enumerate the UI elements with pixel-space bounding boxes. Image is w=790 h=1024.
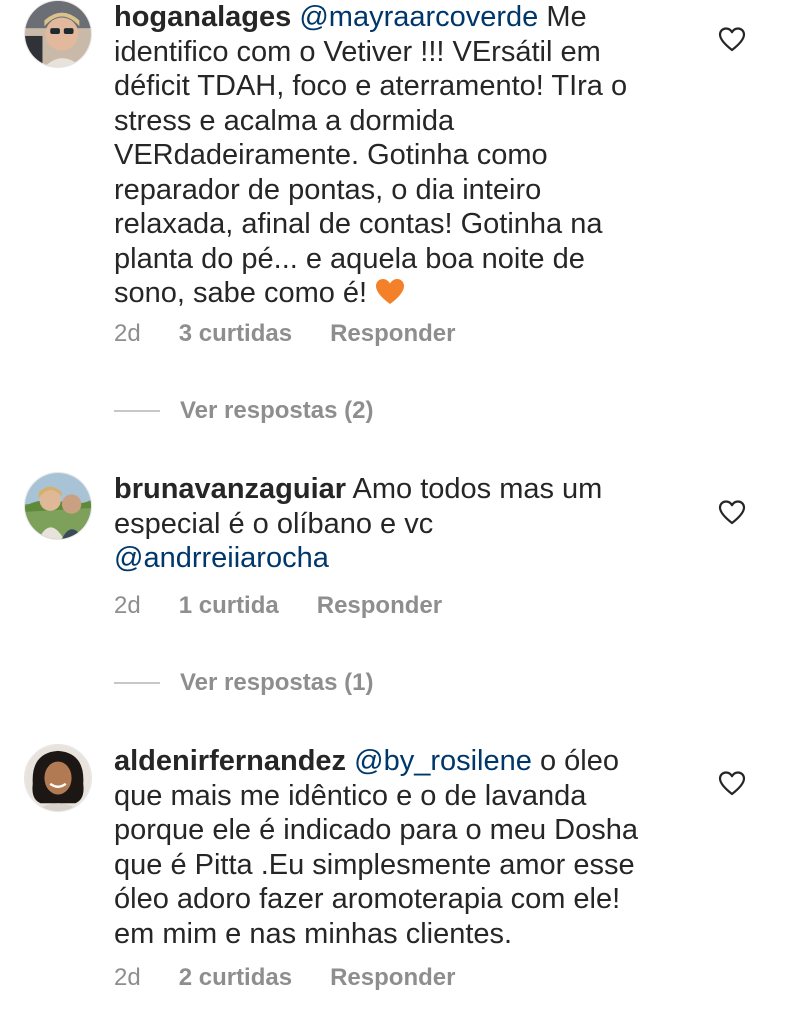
comment-line: óleo adoro fazer aromoterapia com ele! xyxy=(114,883,621,915)
comment-line: relaxada, afinal de contas! Gotinha na xyxy=(114,208,603,240)
avatar[interactable] xyxy=(24,744,92,812)
comment-line: Amo todos mas um xyxy=(346,473,603,505)
comment-line: o óleo xyxy=(531,745,619,777)
avatar[interactable] xyxy=(24,0,92,68)
avatar-photo xyxy=(25,745,91,811)
like-heart-icon[interactable] xyxy=(718,499,746,525)
comment-time: 2d xyxy=(114,592,141,619)
comment-meta: 2d 3 curtidas Responder xyxy=(114,320,455,348)
comment-likes[interactable]: 1 curtida xyxy=(179,592,279,620)
reply-button[interactable]: Responder xyxy=(330,320,455,348)
comment-username[interactable]: hoganalages xyxy=(114,1,291,33)
avatar[interactable] xyxy=(24,472,92,540)
comment-username[interactable]: aldenirfernandez xyxy=(114,745,346,777)
replies-divider-line xyxy=(114,682,160,684)
comment-line: Me xyxy=(538,1,587,33)
comment-line: especial é o olíbano e vc xyxy=(114,507,434,540)
comment-meta: 2d 2 curtidas Responder xyxy=(114,964,455,992)
comment-likes[interactable]: 3 curtidas xyxy=(179,320,292,348)
comment-mention[interactable]: @andrreiiarocha xyxy=(114,542,329,574)
comment-mention[interactable]: @mayraarcoverde xyxy=(299,1,538,33)
comment-time: 2d xyxy=(114,964,141,991)
comment-likes[interactable]: 2 curtidas xyxy=(179,964,292,992)
comment-text: brunavanzaguiar Amo todos mas um especial… xyxy=(114,472,674,576)
avatar-photo xyxy=(25,473,91,539)
comment-line: que é Pitta .Eu simplesmente amor esse xyxy=(114,848,635,881)
reply-button[interactable]: Responder xyxy=(330,964,455,992)
comment-line: sono, sabe como é! xyxy=(114,277,376,309)
comment-text: aldenirfernandez @by_rosilene o óleo que … xyxy=(114,744,674,951)
view-replies-label: Ver respostas (2) xyxy=(180,397,374,424)
comment-line: déficit TDAH, foco e aterramento! TIra o xyxy=(114,70,628,102)
reply-button[interactable]: Responder xyxy=(317,592,442,620)
view-replies-button[interactable]: Ver respostas (2) xyxy=(114,397,373,425)
comment-line: reparador de pontas, o dia inteiro xyxy=(114,173,542,206)
comment-line: stress e acalma a dormida xyxy=(114,104,455,137)
comment-meta: 2d 1 curtida Responder xyxy=(114,592,442,620)
replies-divider-line xyxy=(114,410,160,412)
comment-time: 2d xyxy=(114,320,141,347)
comment-text: hoganalages @mayraarcoverde Me identifico… xyxy=(114,0,674,311)
view-replies-label: Ver respostas (1) xyxy=(180,669,374,696)
comment-line: VERdadeiramente. Gotinha como xyxy=(114,139,548,171)
view-replies-button[interactable]: Ver respostas (1) xyxy=(114,669,373,697)
comment-username[interactable]: brunavanzaguiar xyxy=(114,473,346,505)
avatar-photo xyxy=(25,1,91,67)
comment-line: planta do pé... e aquela boa noite de xyxy=(114,242,585,275)
orange-heart-emoji-icon xyxy=(376,279,405,304)
comment-line: que mais me idêntico e o de lavanda xyxy=(114,779,587,812)
like-heart-icon[interactable] xyxy=(718,26,746,52)
like-heart-icon[interactable] xyxy=(718,770,746,796)
comment-line: em mim e nas minhas clientes. xyxy=(114,917,513,950)
comment-line: identifico com o Vetiver !!! VErsátil em xyxy=(114,35,601,68)
comment-line: porque ele é indicado para o meu Dosha xyxy=(114,814,638,846)
comment-mention[interactable]: @by_rosilene xyxy=(354,745,532,777)
